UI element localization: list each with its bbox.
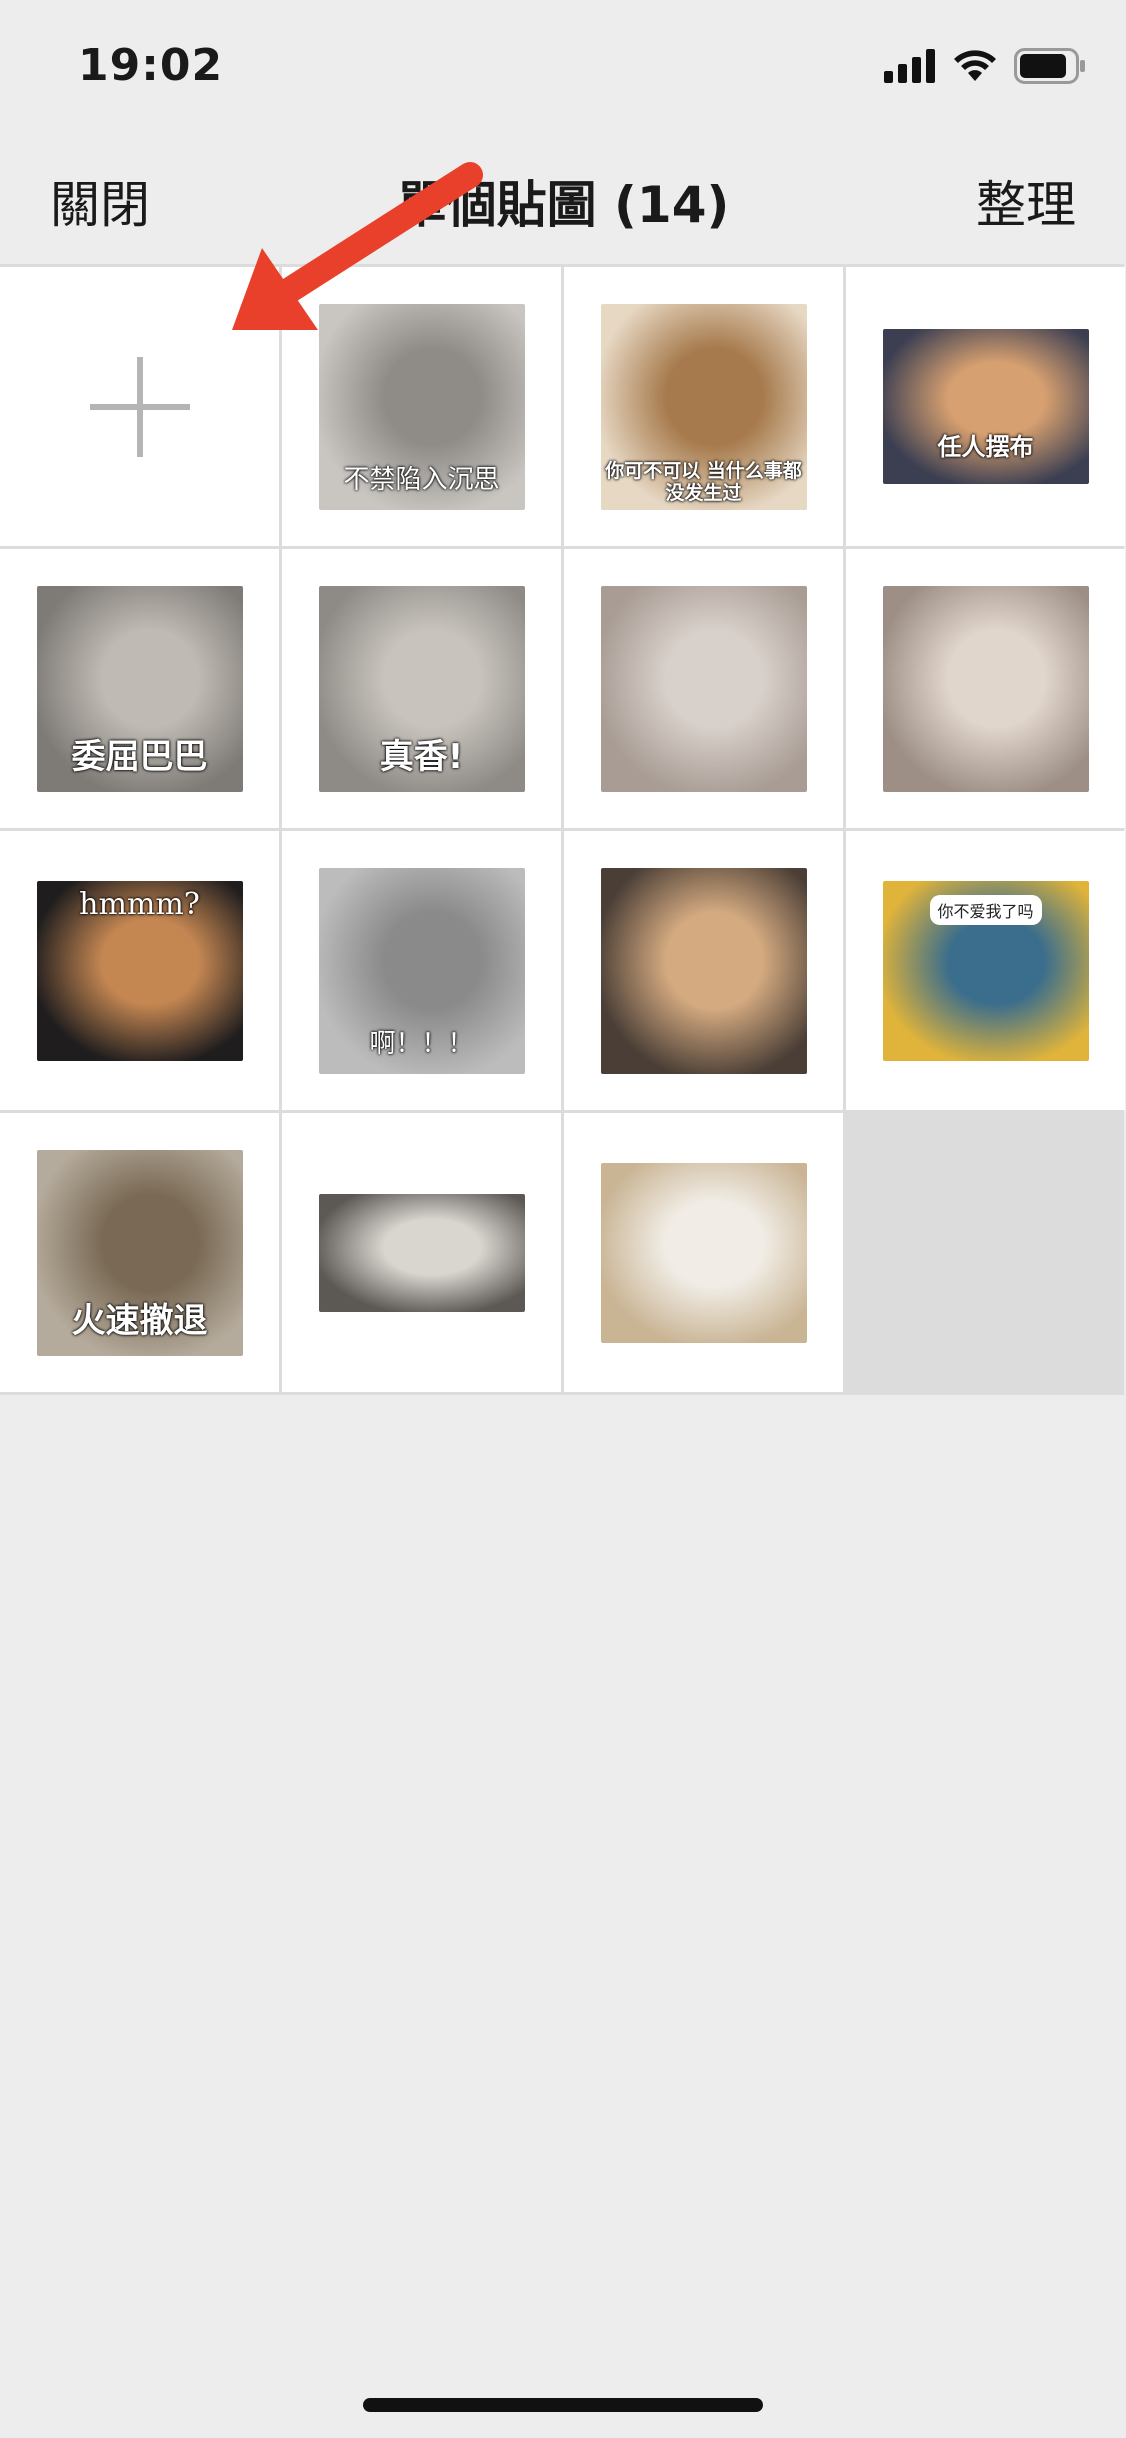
- page-title: 單個貼圖 (14): [396, 176, 730, 234]
- sticker-image: [600, 585, 807, 792]
- sticker-grid: 不禁陷入沉思 你可不可以 当什么事都没发生过 任人摆布 委屈巴巴 真香! hmm…: [0, 264, 1125, 1395]
- sticker-cell[interactable]: 任人摆布: [846, 267, 1125, 546]
- plus-icon: [89, 356, 190, 457]
- sticker-image: [600, 1162, 807, 1343]
- sticker-caption: 啊！！！: [369, 1028, 474, 1059]
- cellular-signal-icon: [884, 49, 935, 83]
- sticker-cell[interactable]: 真香!: [282, 549, 561, 828]
- sticker-caption: 委屈巴巴: [71, 736, 208, 777]
- sticker-cell[interactable]: [846, 549, 1125, 828]
- sticker-caption: 火速撤退: [71, 1300, 208, 1341]
- sticker-caption: 你可不可以 当什么事都没发生过: [605, 459, 802, 504]
- sticker-caption: 任人摆布: [937, 433, 1034, 461]
- sticker-image: hmmm?: [36, 880, 243, 1061]
- sticker-cell[interactable]: 火速撤退: [0, 1113, 279, 1392]
- sticker-image: 你不爱我了吗: [882, 880, 1089, 1061]
- sticker-image: 真香!: [318, 585, 525, 792]
- add-sticker-button[interactable]: [0, 267, 279, 546]
- sticker-caption: 你不爱我了吗: [929, 894, 1042, 925]
- sticker-image: 火速撤退: [36, 1149, 243, 1356]
- sticker-image: 不禁陷入沉思: [318, 303, 525, 510]
- sticker-caption: 不禁陷入沉思: [343, 464, 500, 495]
- sticker-cell[interactable]: 委屈巴巴: [0, 549, 279, 828]
- sticker-image: [318, 1193, 525, 1312]
- sticker-image: 委屈巴巴: [36, 585, 243, 792]
- sticker-image: [882, 585, 1089, 792]
- sticker-cell[interactable]: 你可不可以 当什么事都没发生过: [564, 267, 843, 546]
- sticker-image: 任人摆布: [882, 329, 1089, 484]
- sticker-caption: 真香!: [379, 736, 464, 777]
- battery-icon: [1014, 48, 1085, 84]
- sticker-cell[interactable]: 啊！！！: [282, 831, 561, 1110]
- sticker-cell[interactable]: [564, 831, 843, 1110]
- home-indicator[interactable]: [363, 2398, 763, 2412]
- sticker-cell[interactable]: [282, 1113, 561, 1392]
- status-bar: 19:02: [0, 0, 1126, 135]
- sticker-image: [600, 867, 807, 1074]
- organize-button[interactable]: 整理: [976, 165, 1076, 237]
- sticker-image: 你可不可以 当什么事都没发生过: [600, 303, 807, 510]
- sticker-cell[interactable]: 你不爱我了吗: [846, 831, 1125, 1110]
- nav-bar: 關閉 單個貼圖 (14) 整理: [0, 135, 1126, 265]
- sticker-cell[interactable]: hmmm?: [0, 831, 279, 1110]
- sticker-image: 啊！！！: [318, 867, 525, 1074]
- wifi-icon: [954, 50, 996, 81]
- status-icons: [884, 48, 1086, 84]
- sticker-cell[interactable]: [564, 1113, 843, 1392]
- sticker-cell[interactable]: [564, 549, 843, 828]
- status-time: 19:02: [78, 40, 224, 91]
- sticker-cell[interactable]: 不禁陷入沉思: [282, 267, 561, 546]
- sticker-caption: hmmm?: [79, 886, 200, 922]
